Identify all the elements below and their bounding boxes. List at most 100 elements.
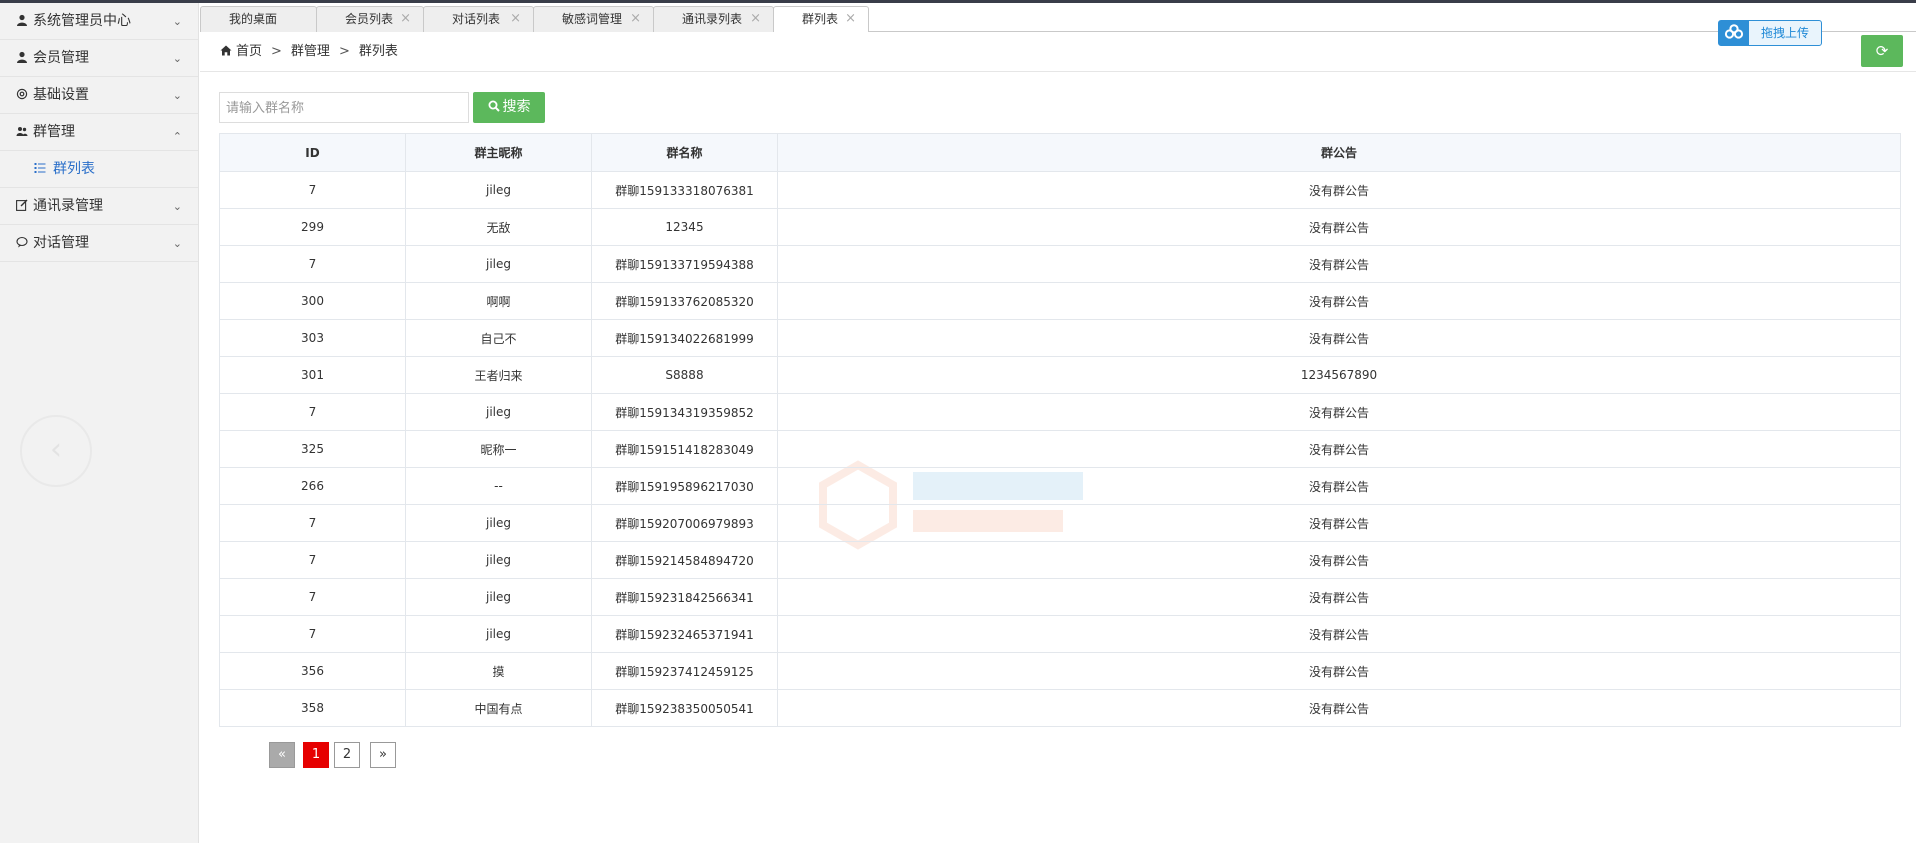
cell-group-name: 群聊159151418283049: [591, 430, 778, 468]
tab-contacts-list[interactable]: 通讯录列表 ×: [653, 6, 774, 32]
users-icon: [16, 127, 28, 136]
column-header-announcement: 群公告: [777, 133, 1901, 172]
chevron-up-icon: ⌃: [172, 130, 182, 143]
cell-group-name: 群聊159134319359852: [591, 393, 778, 431]
tab-label: 我的桌面: [229, 12, 278, 26]
close-icon[interactable]: ×: [510, 7, 521, 31]
breadcrumb-bar: 首页 > 群管理 > 群列表 拖拽上传 ⟳: [200, 20, 1916, 72]
cell-id: 7: [219, 245, 406, 283]
search-icon: [488, 100, 500, 112]
sidebar-item-basic-settings[interactable]: 基础设置 ⌄: [0, 77, 198, 114]
collapse-sidebar-button[interactable]: ‹: [20, 415, 92, 487]
table-row: 303 自己不 群聊159134022681999 没有群公告: [219, 319, 1901, 357]
cell-owner: jileg: [405, 615, 592, 653]
cell-announcement: 没有群公告: [777, 430, 1901, 468]
tab-label: 敏感词管理: [562, 12, 623, 26]
cell-id: 299: [219, 208, 406, 246]
cell-owner: 王者归来: [405, 356, 592, 394]
table-row: 7 jileg 群聊159214584894720 没有群公告: [219, 541, 1901, 579]
home-icon: [220, 45, 232, 56]
cell-announcement: 没有群公告: [777, 282, 1901, 320]
tab-label: 通讯录列表: [682, 12, 743, 26]
sidebar-item-label: 群管理: [33, 124, 75, 140]
cell-group-name: 群聊159133318076381: [591, 171, 778, 209]
cell-owner: 自己不: [405, 319, 592, 357]
cell-id: 301: [219, 356, 406, 394]
cell-id: 325: [219, 430, 406, 468]
search-button-label: 搜索: [502, 99, 531, 115]
sidebar-item-conversations[interactable]: 对话管理 ⌄: [0, 225, 198, 262]
column-header-group-name: 群名称: [591, 133, 778, 172]
close-icon[interactable]: ×: [750, 7, 761, 31]
table-row: 7 jileg 群聊159207006979893 没有群公告: [219, 504, 1901, 542]
sidebar-item-label: 通讯录管理: [33, 198, 103, 214]
sidebar-item-group-management[interactable]: 群管理 ⌃: [0, 114, 198, 151]
cell-announcement: 没有群公告: [777, 615, 1901, 653]
close-icon[interactable]: ×: [630, 7, 641, 31]
list-icon: [34, 163, 46, 173]
cell-announcement: 没有群公告: [777, 467, 1901, 505]
user-icon: [17, 51, 27, 63]
cell-announcement: 没有群公告: [777, 541, 1901, 579]
cell-announcement: 没有群公告: [777, 319, 1901, 357]
column-header-owner-nickname: 群主昵称: [405, 133, 592, 172]
cell-announcement: 没有群公告: [777, 393, 1901, 431]
table-row: 325 昵称一 群聊159151418283049 没有群公告: [219, 430, 1901, 468]
close-icon[interactable]: ×: [400, 7, 411, 31]
gear-icon: [16, 88, 28, 100]
sidebar-item-label: 基础设置: [33, 87, 89, 103]
sidebar-item-members[interactable]: 会员管理 ⌄: [0, 40, 198, 77]
tab-my-desktop[interactable]: 我的桌面: [200, 6, 317, 32]
pagination-page-1[interactable]: 1: [303, 742, 329, 768]
tab-group-list[interactable]: 群列表 ×: [773, 6, 869, 33]
breadcrumb-separator: >: [271, 44, 282, 59]
pagination-prev-button[interactable]: «: [269, 742, 295, 768]
breadcrumb-home[interactable]: 首页: [236, 44, 262, 59]
chevron-down-icon: ⌄: [172, 89, 182, 102]
tab-label: 会员列表: [345, 12, 394, 26]
table-row: 358 中国有点 群聊159238350050541 没有群公告: [219, 689, 1901, 727]
sidebar-subitem-group-list[interactable]: 群列表: [0, 151, 198, 188]
pagination-next-button[interactable]: »: [370, 742, 396, 768]
breadcrumb-group-list: 群列表: [358, 44, 398, 59]
cell-id: 7: [219, 171, 406, 209]
chat-icon: [16, 236, 28, 248]
refresh-button[interactable]: ⟳: [1861, 35, 1903, 67]
cell-id: 7: [219, 393, 406, 431]
cell-owner: jileg: [405, 541, 592, 579]
cell-id: 7: [219, 615, 406, 653]
cell-owner: 啊啊: [405, 282, 592, 320]
cell-id: 358: [219, 689, 406, 727]
cloud-icon: [1719, 21, 1749, 45]
search-button[interactable]: 搜索: [473, 92, 545, 123]
cell-announcement: 没有群公告: [777, 652, 1901, 690]
table-row: 266 -- 群聊159195896217030 没有群公告: [219, 467, 1901, 505]
cell-owner: 中国有点: [405, 689, 592, 727]
sidebar: 系统管理员中心 ⌄ 会员管理 ⌄ 基础设置 ⌄ 群管理 ⌃ 群列表 通讯录管理 …: [0, 3, 199, 843]
pagination-page-2[interactable]: 2: [334, 742, 360, 768]
tab-member-list[interactable]: 会员列表 ×: [316, 6, 424, 32]
cell-group-name: 群聊159133719594388: [591, 245, 778, 283]
table-header-row: ID 群主昵称 群名称 群公告: [219, 133, 1901, 172]
table-row: 7 jileg 群聊159134319359852 没有群公告: [219, 393, 1901, 431]
table-row: 301 王者归来 S8888 1234567890: [219, 356, 1901, 394]
tab-sensitive-words[interactable]: 敏感词管理 ×: [533, 6, 654, 32]
drag-upload-widget[interactable]: 拖拽上传: [1718, 20, 1822, 46]
tab-conversation-list[interactable]: 对话列表 ×: [423, 6, 534, 32]
cell-announcement: 1234567890: [777, 356, 1901, 394]
cell-group-name: 群聊159238350050541: [591, 689, 778, 727]
tab-label: 对话列表: [452, 12, 501, 26]
table-row: 299 无敌 12345 没有群公告: [219, 208, 1901, 246]
table-row: 7 jileg 群聊159231842566341 没有群公告: [219, 578, 1901, 616]
cell-group-name: 群聊159195896217030: [591, 467, 778, 505]
group-name-search-input[interactable]: [219, 92, 469, 123]
cell-id: 300: [219, 282, 406, 320]
breadcrumb-group-management[interactable]: 群管理: [291, 44, 330, 59]
cell-group-name: 群聊159207006979893: [591, 504, 778, 542]
sidebar-item-admin-center[interactable]: 系统管理员中心 ⌄: [0, 3, 198, 40]
cell-owner: jileg: [405, 171, 592, 209]
group-list-table: ID 群主昵称 群名称 群公告 7 jileg 群聊159133318076381 没…: [219, 133, 1901, 727]
close-icon[interactable]: ×: [845, 7, 856, 31]
cell-owner: jileg: [405, 504, 592, 542]
sidebar-item-contacts[interactable]: 通讯录管理 ⌄: [0, 188, 198, 225]
